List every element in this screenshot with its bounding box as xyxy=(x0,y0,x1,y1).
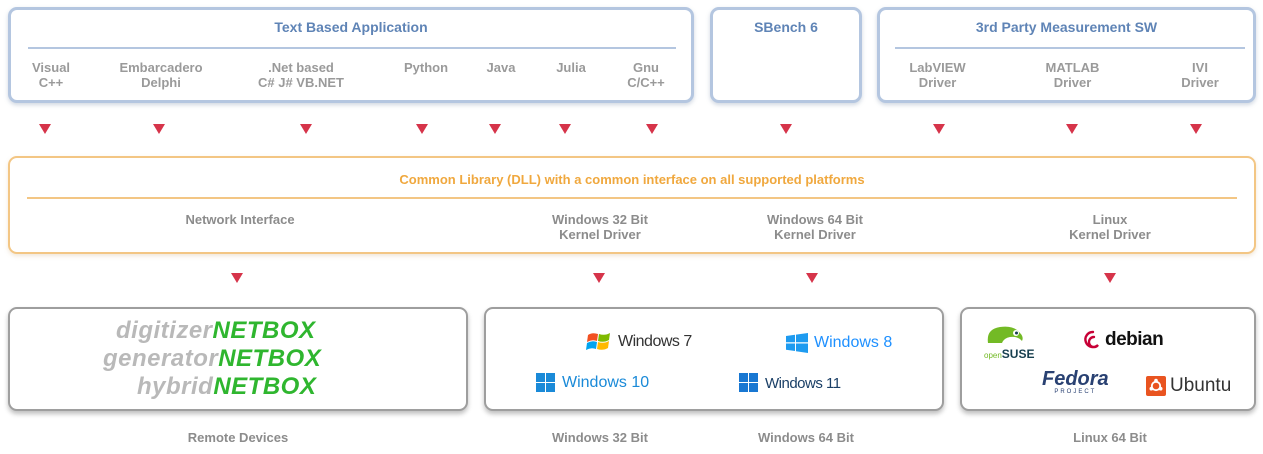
python-label: Python xyxy=(403,60,449,75)
text-based-application-title: Text Based Application xyxy=(274,19,428,35)
fedora-text: Fedora xyxy=(1042,368,1109,390)
ubuntu-logo: Ubuntu xyxy=(1146,375,1231,397)
windows11-icon xyxy=(739,373,758,392)
arrow-down xyxy=(231,273,243,283)
hybrid-netbox: hybridNETBOX xyxy=(137,373,317,400)
opensuse-text: openSUSE xyxy=(984,347,1035,361)
windows10-text: Windows 10 xyxy=(562,374,650,391)
text-based-application-box: Text Based Application Visual C++ Embarc… xyxy=(8,7,694,103)
third-party-title: 3rd Party Measurement SW xyxy=(975,19,1158,35)
arrow-down xyxy=(933,124,945,134)
delphi-label: Embarcadero Delphi xyxy=(119,60,203,90)
debian-logo: debian xyxy=(1082,329,1164,351)
common-library-title: Common Library (DLL) with a common inter… xyxy=(399,172,865,187)
windows11-text: Windows 11 xyxy=(765,374,841,392)
ivi-driver-label: IVI Driver xyxy=(1181,60,1219,90)
matlab-driver-label: MATLAB Driver xyxy=(1045,60,1100,90)
visual-cpp-label: Visual C++ xyxy=(31,60,71,90)
divider xyxy=(27,197,1237,199)
java-label: Java xyxy=(486,60,516,75)
arrow-down xyxy=(806,273,818,283)
arrow-down xyxy=(780,124,792,134)
arrow-down xyxy=(1104,273,1116,283)
arrow-down xyxy=(153,124,165,134)
ubuntu-text: Ubuntu xyxy=(1170,375,1232,396)
debian-swirl-icon xyxy=(1084,330,1099,349)
windows-box: Windows 7 Windows 8 Windows 10 Windows 1… xyxy=(484,307,944,411)
windows10-logo: Windows 10 xyxy=(536,373,649,393)
generator-netbox: generatorNETBOX xyxy=(103,345,322,372)
arrow-down xyxy=(300,124,312,134)
windows7-text: Windows 7 xyxy=(618,333,692,350)
julia-label: Julia xyxy=(556,60,586,75)
opensuse-logo: openSUSE xyxy=(984,323,1054,363)
divider xyxy=(895,47,1245,49)
labview-driver-label: LabVIEW Driver xyxy=(909,60,966,90)
linux-box: openSUSE debian Fedora PROJECT Ubuntu xyxy=(960,307,1256,411)
footer-windows-64: Windows 64 Bit xyxy=(758,430,854,445)
divider xyxy=(28,47,676,49)
dotnet-label: .Net based C# J# VB.NET xyxy=(258,60,344,90)
windows8-text: Windows 8 xyxy=(814,334,893,351)
arrow-down xyxy=(1190,124,1202,134)
arrow-down xyxy=(39,124,51,134)
windows8-icon xyxy=(786,333,808,353)
arrow-down xyxy=(593,273,605,283)
digitizer-netbox: digitizerNETBOX xyxy=(116,317,316,344)
linux-kernel-driver-label: Linux Kernel Driver xyxy=(1069,212,1151,242)
win64-kernel-driver-label: Windows 64 Bit Kernel Driver xyxy=(767,212,863,242)
arrow-down xyxy=(489,124,501,134)
windows7-logo: Windows 7 xyxy=(586,331,692,353)
debian-text: debian xyxy=(1105,329,1164,350)
arrow-down xyxy=(416,124,428,134)
fedora-logo: Fedora PROJECT xyxy=(1042,369,1109,395)
win32-kernel-driver-label: Windows 32 Bit Kernel Driver xyxy=(552,212,648,242)
network-interface-label: Network Interface xyxy=(185,212,295,227)
third-party-box: 3rd Party Measurement SW LabVIEW Driver … xyxy=(877,7,1256,103)
footer-remote-devices: Remote Devices xyxy=(187,430,289,445)
ubuntu-icon xyxy=(1146,376,1166,396)
windows8-logo: Windows 8 xyxy=(786,333,892,353)
arrow-down xyxy=(646,124,658,134)
sbench-box: SBench 6 xyxy=(710,7,862,103)
windows7-flag-icon xyxy=(586,333,610,350)
opensuse-chameleon-icon xyxy=(987,326,1023,343)
sbench-title: SBench 6 xyxy=(754,19,818,35)
gnu-c-label: Gnu C/C++ xyxy=(627,60,665,90)
arrow-down xyxy=(1066,124,1078,134)
remote-devices-box: digitizerNETBOX generatorNETBOX hybridNE… xyxy=(8,307,468,411)
footer-linux-64: Linux 64 Bit xyxy=(1073,430,1147,445)
common-library-box: Common Library (DLL) with a common inter… xyxy=(8,156,1256,254)
windows10-icon xyxy=(536,373,555,392)
arrow-down xyxy=(559,124,571,134)
footer-windows-32: Windows 32 Bit xyxy=(552,430,648,445)
windows11-logo: Windows 11 xyxy=(739,373,841,393)
